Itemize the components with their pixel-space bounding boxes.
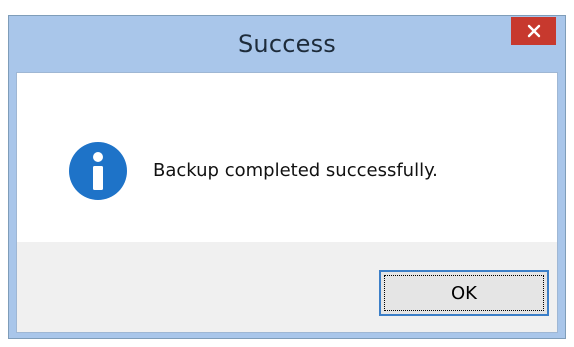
close-icon — [527, 24, 540, 38]
ok-button[interactable]: OK — [379, 270, 549, 316]
button-bar: OK — [17, 242, 557, 332]
window-title: Success — [237, 30, 336, 58]
title-bar[interactable]: Success — [9, 16, 565, 72]
success-dialog: Success Backup completed successfully. O… — [8, 15, 566, 339]
message-text: Backup completed successfully. — [153, 160, 438, 181]
close-button[interactable] — [511, 17, 556, 45]
ok-button-label: OK — [451, 282, 477, 304]
message-area: Backup completed successfully. — [17, 73, 557, 242]
info-icon — [69, 142, 127, 200]
dialog-body: Backup completed successfully. OK — [16, 72, 558, 333]
